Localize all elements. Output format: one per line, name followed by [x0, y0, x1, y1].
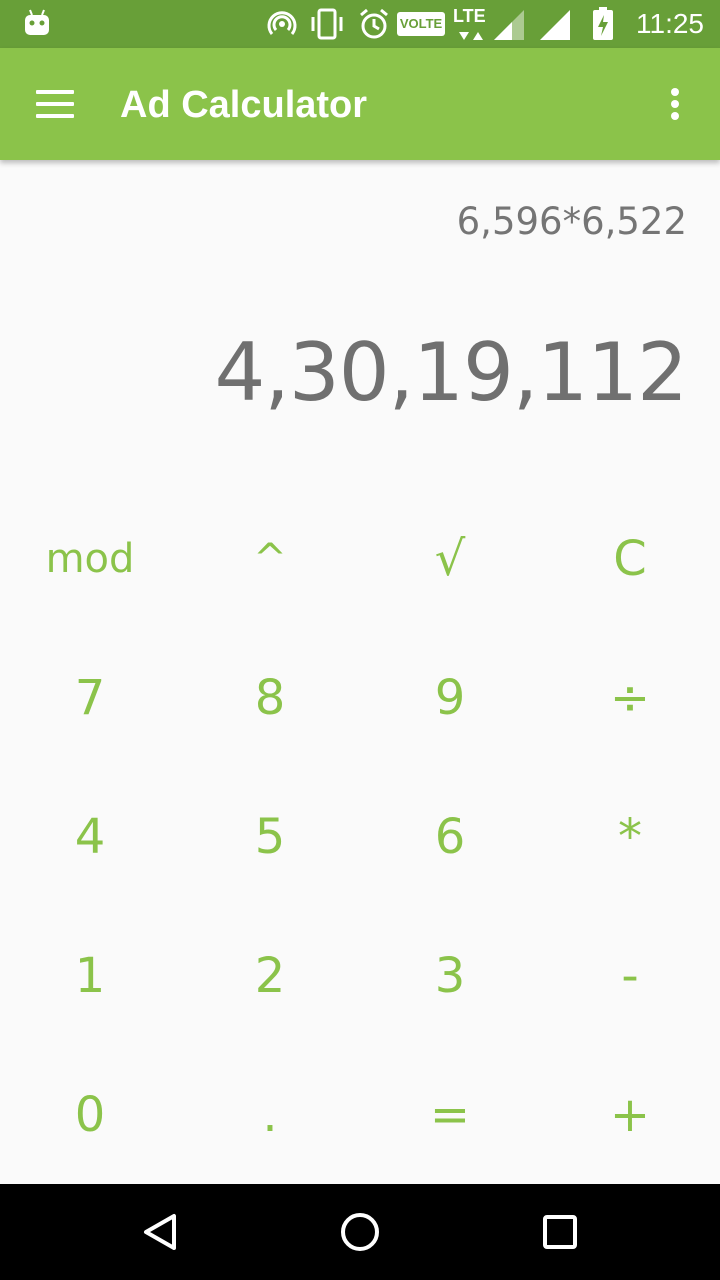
- android-icon: [25, 9, 49, 35]
- signal-icon: [494, 10, 524, 40]
- digit-6-button[interactable]: 6: [360, 768, 540, 907]
- decimal-button[interactable]: .: [180, 1045, 360, 1184]
- digit-9-button[interactable]: 9: [360, 629, 540, 768]
- digit-8-button[interactable]: 8: [180, 629, 360, 768]
- lte-label: LTE: [453, 6, 486, 26]
- vibrate-icon: [311, 8, 343, 40]
- recents-icon[interactable]: [536, 1208, 584, 1256]
- volte-icon: VOLTE: [397, 12, 445, 36]
- equals-button[interactable]: =: [360, 1045, 540, 1184]
- multiply-button[interactable]: *: [540, 768, 720, 907]
- clear-button[interactable]: C: [540, 490, 720, 629]
- add-button[interactable]: +: [540, 1045, 720, 1184]
- digit-5-button[interactable]: 5: [180, 768, 360, 907]
- hamburger-menu-icon[interactable]: [36, 88, 76, 120]
- home-icon[interactable]: [336, 1208, 384, 1256]
- sqrt-button[interactable]: √: [360, 490, 540, 629]
- signal-icon: [540, 10, 570, 40]
- hotspot-icon: [267, 11, 297, 35]
- power-button[interactable]: ^: [180, 490, 360, 629]
- mod-button[interactable]: mod: [0, 490, 180, 629]
- status-time: 11:25: [636, 8, 704, 39]
- keypad: mod ^ √ C 7 8 9 ÷ 4 5 6 * 1 2 3 - 0 . = …: [0, 490, 720, 1184]
- lte-icon: LTE: [453, 6, 491, 42]
- digit-3-button[interactable]: 3: [360, 906, 540, 1045]
- expression-display: 6,596*6,522: [456, 200, 687, 243]
- digit-1-button[interactable]: 1: [0, 906, 180, 1045]
- more-vert-icon[interactable]: [660, 86, 690, 122]
- app-bar: Ad Calculator: [0, 48, 720, 160]
- digit-4-button[interactable]: 4: [0, 768, 180, 907]
- volte-label: VOLTE: [399, 16, 443, 31]
- alarm-icon: [360, 8, 388, 39]
- digit-0-button[interactable]: 0: [0, 1045, 180, 1184]
- subtract-button[interactable]: -: [540, 906, 720, 1045]
- back-icon[interactable]: [136, 1208, 184, 1256]
- app-title: Ad Calculator: [120, 84, 368, 126]
- digit-2-button[interactable]: 2: [180, 906, 360, 1045]
- divide-button[interactable]: ÷: [540, 629, 720, 768]
- navigation-bar: [0, 1184, 720, 1280]
- result-display: 4,30,19,112: [214, 326, 688, 419]
- status-bar: VOLTE LTE 11:25: [0, 0, 720, 48]
- digit-7-button[interactable]: 7: [0, 629, 180, 768]
- battery-charging-icon: [593, 7, 613, 40]
